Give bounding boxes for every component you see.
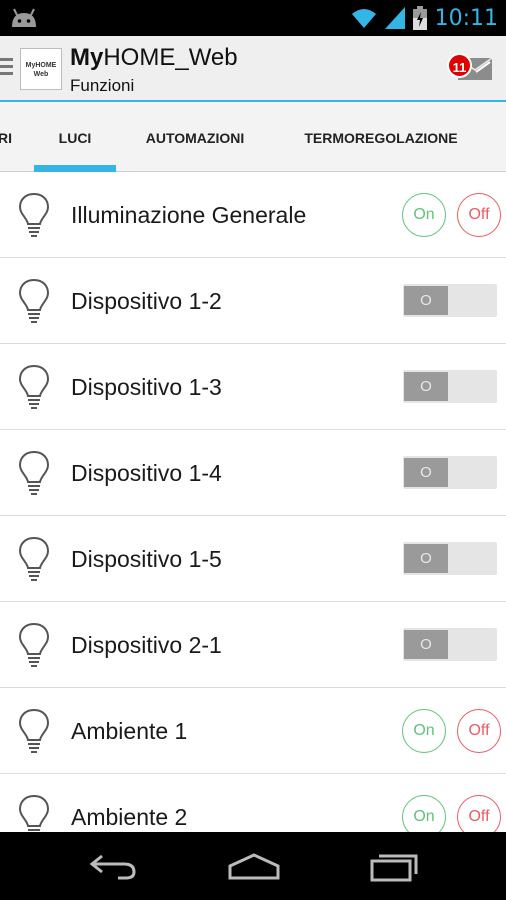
- light-bulb-icon: [18, 278, 50, 323]
- tab-previous[interactable]: RI: [0, 102, 12, 172]
- list-item-dispositivo-1-2: Dispositivo 1-2 O: [0, 258, 506, 344]
- action-bar: MyHOME Web MyHOME_Web Funzioni 11: [0, 36, 506, 102]
- tab-luci[interactable]: LUCI: [34, 102, 116, 172]
- app-title-bold: My: [70, 44, 104, 71]
- signal-icon: [384, 7, 405, 29]
- toggle-switch[interactable]: O: [403, 542, 497, 575]
- status-icons: 10:11: [351, 4, 498, 32]
- toggle-knob: O: [404, 630, 448, 659]
- list-item-label: Dispositivo 1-5: [71, 546, 222, 572]
- tab-strip: RI LUCI AUTOMAZIONI TERMOREGOLAZIONE: [0, 102, 506, 172]
- list-item-label: Ambiente 2: [71, 804, 188, 830]
- light-bulb-icon: [18, 536, 50, 581]
- toggle-switch[interactable]: O: [403, 628, 497, 661]
- light-bulb-icon: [18, 364, 50, 409]
- app-subtitle: Funzioni: [70, 76, 135, 95]
- toggle-knob: O: [404, 458, 448, 487]
- light-bulb-icon: [18, 192, 50, 237]
- toggle-knob: O: [404, 372, 448, 401]
- light-bulb-icon: [18, 450, 50, 495]
- list-item-dispositivo-2-1: Dispositivo 2-1 O: [0, 602, 506, 688]
- list-item-dispositivo-1-3: Dispositivo 1-3 O: [0, 344, 506, 430]
- toggle-switch[interactable]: O: [403, 284, 497, 317]
- list-item-label: Dispositivo 2-1: [71, 632, 222, 658]
- on-button[interactable]: On: [402, 193, 446, 237]
- app-title: MyHOME_Web: [70, 44, 238, 72]
- app-title-rest: HOME_Web: [103, 44, 238, 71]
- recent-apps-icon[interactable]: [368, 852, 420, 882]
- list-item-dispositivo-1-5: Dispositivo 1-5 O: [0, 516, 506, 602]
- on-button[interactable]: On: [402, 795, 446, 832]
- light-bulb-icon: [18, 622, 50, 667]
- list-item-label: Dispositivo 1-4: [71, 460, 222, 486]
- list-item-label: Ambiente 1: [71, 718, 188, 744]
- off-button[interactable]: Off: [457, 709, 501, 753]
- list-item-label: Dispositivo 1-3: [71, 374, 222, 400]
- tab-termoregolazione[interactable]: TERMOREGOLAZIONE: [286, 102, 476, 172]
- drawer-menu-icon[interactable]: [0, 58, 14, 78]
- list-item-ambiente-2: Ambiente 2 On Off: [0, 774, 506, 832]
- toggle-knob: O: [404, 286, 448, 315]
- tab-automazioni[interactable]: AUTOMAZIONI: [130, 102, 260, 172]
- list-item-label: Dispositivo 1-2: [71, 288, 222, 314]
- list-item-label: Illuminazione Generale: [71, 202, 307, 228]
- list-item-illuminazione-generale: Illuminazione Generale On Off: [0, 172, 506, 258]
- app-logo[interactable]: MyHOME Web: [20, 48, 62, 90]
- status-bar: 10:11: [0, 0, 506, 36]
- toggle-knob: O: [404, 544, 448, 573]
- light-bulb-icon: [18, 794, 50, 831]
- lights-list: Illuminazione Generale On Off Dispositiv…: [0, 172, 506, 832]
- status-time: 10:11: [434, 5, 498, 31]
- navigation-bar: [0, 832, 506, 900]
- off-button[interactable]: Off: [457, 795, 501, 832]
- home-icon[interactable]: [226, 852, 282, 880]
- battery-charging-icon: [412, 6, 427, 30]
- toggle-switch[interactable]: O: [403, 370, 497, 403]
- on-button[interactable]: On: [402, 709, 446, 753]
- back-icon[interactable]: [88, 852, 138, 880]
- wifi-icon: [351, 9, 376, 28]
- android-icon: [12, 8, 36, 27]
- light-bulb-icon: [18, 708, 50, 753]
- off-button[interactable]: Off: [457, 193, 501, 237]
- notification-badge[interactable]: 11: [447, 53, 472, 78]
- list-item-dispositivo-1-4: Dispositivo 1-4 O: [0, 430, 506, 516]
- toggle-switch[interactable]: O: [403, 456, 497, 489]
- list-item-ambiente-1: Ambiente 1 On Off: [0, 688, 506, 774]
